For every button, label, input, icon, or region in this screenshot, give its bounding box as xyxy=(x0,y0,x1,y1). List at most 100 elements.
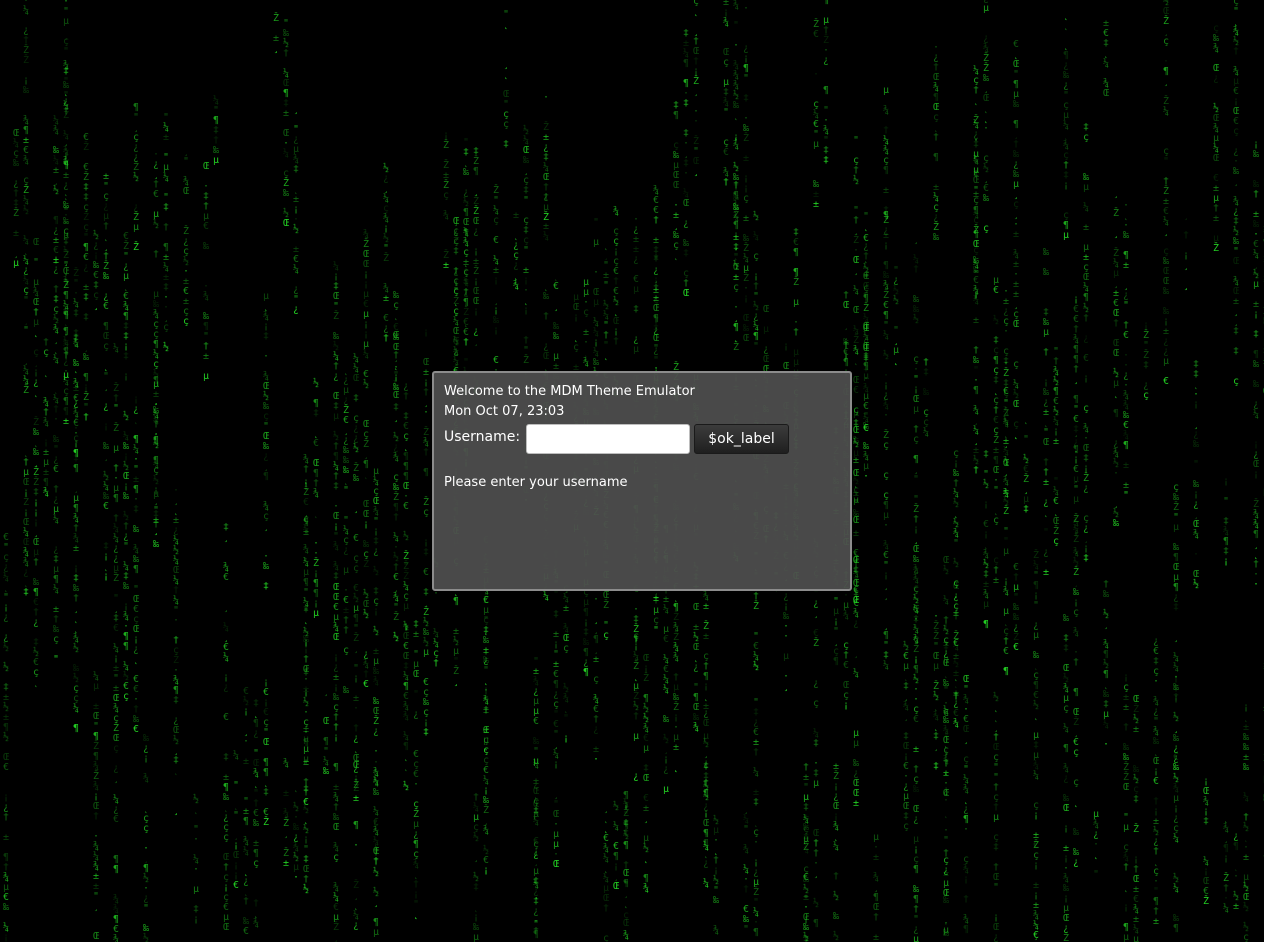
rain-glyph: · xyxy=(983,123,989,134)
rain-glyph: ± xyxy=(973,315,979,326)
rain-glyph: ç xyxy=(563,643,569,654)
rain-glyph: ¿ xyxy=(293,304,299,315)
rain-glyph: · xyxy=(1193,549,1199,560)
rain-glyph: ¾ xyxy=(843,609,849,621)
rain-glyph: € xyxy=(843,660,849,671)
rain-glyph: ¾ xyxy=(283,757,289,769)
rain-glyph: µ xyxy=(943,925,949,936)
rain-glyph: ¶ xyxy=(473,166,479,177)
rain-glyph: ¸ xyxy=(813,868,819,879)
rain-glyph: ¼ xyxy=(73,702,79,714)
rain-glyph: ¸ xyxy=(93,300,99,311)
rain-glyph: ¾ xyxy=(63,275,69,287)
rain-glyph: ± xyxy=(1233,901,1239,912)
rain-glyph: ¸ xyxy=(153,525,159,536)
rain-glyph: Œ xyxy=(673,180,679,191)
rain-glyph: ½ xyxy=(373,625,379,637)
rain-glyph: ‡ xyxy=(133,504,139,515)
rain-glyph: ¡ xyxy=(303,637,309,648)
rain-glyph: ¡ xyxy=(1223,853,1229,864)
rain-glyph: Ž xyxy=(333,309,339,322)
rain-glyph: ¿ xyxy=(373,546,379,557)
rain-glyph: ¾ xyxy=(1003,585,1009,597)
rain-glyph: ç xyxy=(883,470,889,481)
rain-glyph: ç xyxy=(103,341,109,352)
rain-glyph: µ xyxy=(403,601,409,612)
username-input[interactable] xyxy=(526,424,690,454)
rain-glyph: ˛ xyxy=(413,909,419,920)
rain-glyph: · xyxy=(1003,326,1009,337)
rain-glyph: ˛ xyxy=(393,310,399,321)
rain-glyph: Œ xyxy=(703,718,709,729)
rain-glyph: ± xyxy=(383,293,389,304)
rain-glyph: · xyxy=(53,414,59,425)
rain-glyph: ¿ xyxy=(633,254,639,265)
rain-glyph: · xyxy=(243,736,249,747)
rain-glyph: ½ xyxy=(613,800,619,812)
rain-glyph: ¾ xyxy=(313,487,319,499)
rain-glyph: ¼ xyxy=(543,590,549,602)
rain-glyph: € xyxy=(863,233,869,244)
rain-glyph: ¡ xyxy=(523,305,529,316)
rain-glyph: " xyxy=(53,654,59,665)
rain-glyph: ¡ xyxy=(363,519,369,530)
rain-glyph: · xyxy=(413,779,419,790)
rain-glyph: ¶ xyxy=(823,85,829,96)
rain-glyph: · xyxy=(173,615,179,626)
rain-glyph: Œ xyxy=(183,186,189,197)
rain-glyph: ¿ xyxy=(853,618,859,629)
rain-glyph: " xyxy=(943,685,949,696)
rain-glyph: ‡ xyxy=(1003,356,1009,367)
rain-glyph: ‰ xyxy=(3,902,10,913)
rain-glyph: µ xyxy=(213,155,219,166)
rain-glyph: ¼ xyxy=(113,342,119,354)
rain-glyph: ‡ xyxy=(163,202,169,213)
rain-glyph: ¡ xyxy=(123,371,129,382)
rain-glyph: · xyxy=(1113,468,1119,479)
rain-glyph: ½ xyxy=(3,731,9,743)
rain-glyph: ‡ xyxy=(813,738,819,749)
rain-glyph: ¼ xyxy=(163,171,169,183)
rain-glyph: ˛ xyxy=(133,654,139,665)
rain-glyph: € xyxy=(133,724,139,735)
rain-glyph: ç xyxy=(1163,36,1169,47)
rain-glyph: ˛ xyxy=(293,782,299,793)
rain-glyph: ¼ xyxy=(943,594,949,606)
rain-glyph: ± xyxy=(673,742,679,753)
rain-glyph: ¿ xyxy=(633,771,639,782)
rain-glyph: " xyxy=(1123,300,1129,311)
rain-glyph: · xyxy=(1103,739,1109,750)
rain-glyph: € xyxy=(1003,646,1009,657)
rain-glyph: ç xyxy=(913,434,919,445)
rain-glyph: † xyxy=(543,311,549,322)
rain-glyph: µ xyxy=(793,297,799,308)
rain-glyph: " xyxy=(1023,434,1029,445)
ok-button[interactable]: $ok_label xyxy=(694,424,789,454)
rain-glyph: ˛ xyxy=(33,327,39,338)
rain-glyph: € xyxy=(1153,776,1159,787)
rain-glyph: ½ xyxy=(393,631,399,643)
rain-glyph: ‡ xyxy=(83,312,89,323)
rain-glyph: € xyxy=(53,464,59,475)
rain-glyph: µ xyxy=(1123,932,1129,942)
rain-glyph: € xyxy=(1083,353,1089,364)
rain-glyph: Œ xyxy=(1063,803,1069,814)
rain-glyph: ± xyxy=(283,858,289,869)
rain-glyph: ¡ xyxy=(883,240,889,251)
rain-glyph: ‰ xyxy=(343,685,350,696)
rain-glyph: ç xyxy=(1033,850,1039,861)
rain-glyph: ½ xyxy=(313,377,319,389)
rain-glyph: ‰ xyxy=(1123,230,1130,241)
rain-glyph: ¡ xyxy=(473,306,479,317)
rain-glyph: " xyxy=(603,280,609,291)
rain-glyph: ‡ xyxy=(1203,816,1209,827)
rain-glyph: ± xyxy=(163,132,169,143)
rain-glyph: ± xyxy=(593,654,599,665)
rain-glyph: ˛ xyxy=(33,387,39,398)
rain-glyph: ¸ xyxy=(1113,228,1119,239)
rain-glyph: € xyxy=(913,714,919,725)
rain-glyph: ¸ xyxy=(373,897,379,908)
rain-glyph: ½ xyxy=(363,608,369,620)
rain-glyph: ‡ xyxy=(313,408,319,419)
rain-glyph: ± xyxy=(703,701,709,712)
